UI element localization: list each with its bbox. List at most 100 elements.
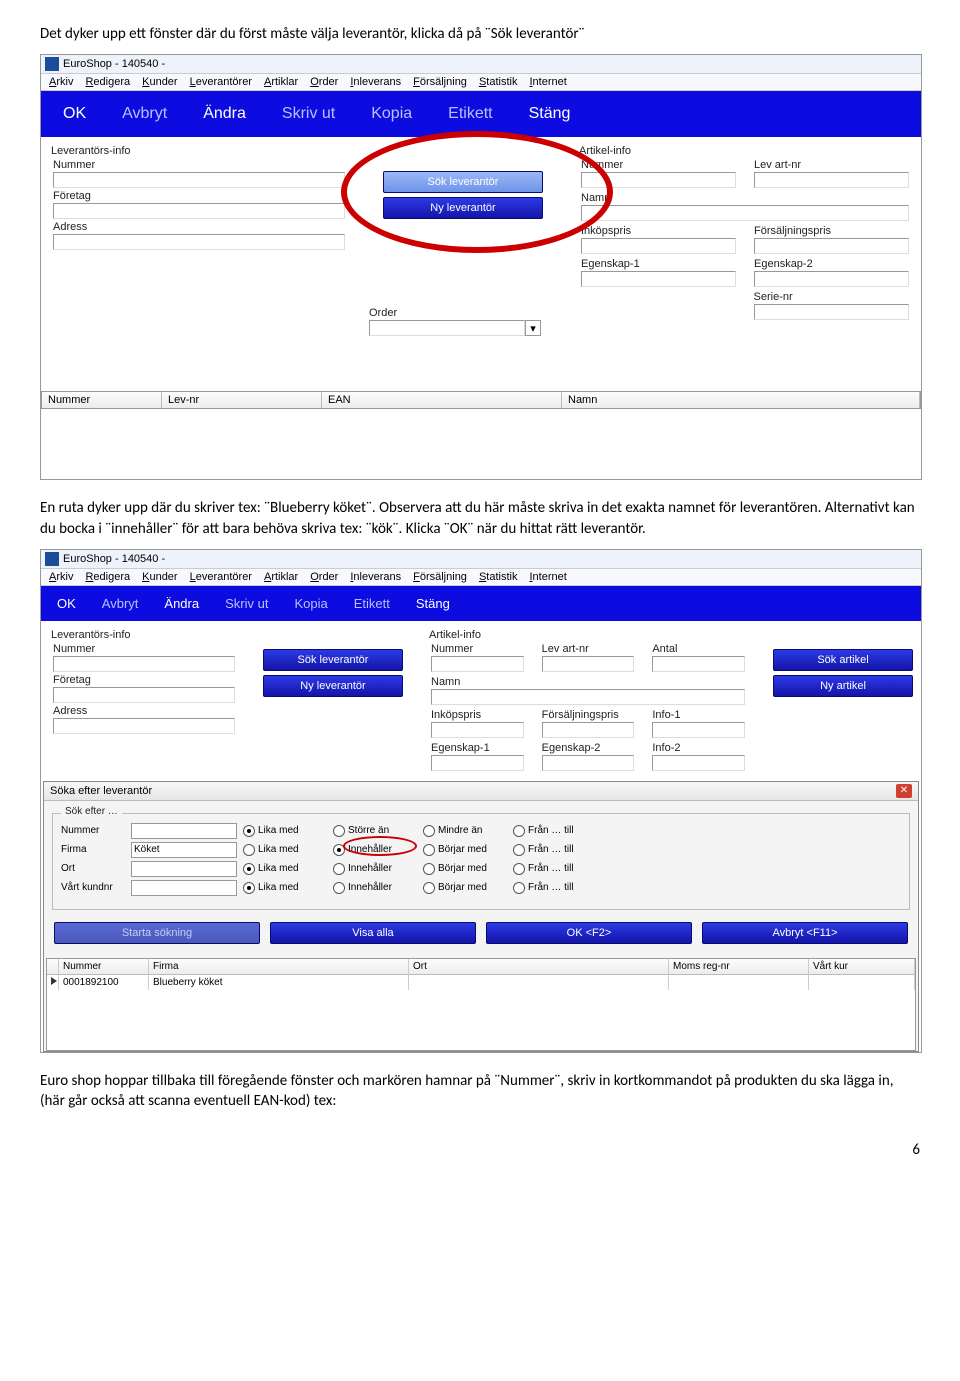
ny-leverantor-button[interactable]: Ny leverantör <box>383 197 543 219</box>
toolbar-stang[interactable]: Stäng <box>529 105 571 123</box>
radio-icon[interactable] <box>513 882 525 894</box>
radio-icon[interactable] <box>513 844 525 856</box>
menu2-artiklar[interactable]: Artiklar <box>264 571 298 583</box>
search-option[interactable]: Innehåller <box>333 863 413 875</box>
dialog-close-icon[interactable]: ✕ <box>896 784 912 798</box>
i2-nummer[interactable] <box>53 656 235 672</box>
menu2-forsaljning[interactable]: Försäljning <box>413 571 467 583</box>
toolbar-kopia[interactable]: Kopia <box>371 105 412 123</box>
tb2-skrivut[interactable]: Skriv ut <box>225 596 268 611</box>
radio-icon[interactable] <box>243 882 255 894</box>
sok-leverantor-button[interactable]: Sök leverantör <box>383 171 543 193</box>
input-namn[interactable] <box>581 205 909 221</box>
rescol-vart[interactable]: Vårt kur <box>809 959 915 975</box>
search-input[interactable] <box>131 823 237 839</box>
toolbar-skrivut[interactable]: Skriv ut <box>282 105 335 123</box>
btn2-ny-art[interactable]: Ny artikel <box>773 675 913 697</box>
menu-artiklar[interactable]: Artiklar <box>264 76 298 88</box>
search-input[interactable]: Köket <box>131 842 237 858</box>
tb2-avbryt[interactable]: Avbryt <box>102 596 139 611</box>
tb2-ok[interactable]: OK <box>57 596 76 611</box>
col-namn[interactable]: Namn <box>562 392 920 408</box>
btn2-ny-lev[interactable]: Ny leverantör <box>263 675 403 697</box>
search-option[interactable]: Lika med <box>243 863 323 875</box>
input-eg2[interactable] <box>754 271 909 287</box>
menu-order[interactable]: Order <box>310 76 338 88</box>
radio-icon[interactable] <box>243 844 255 856</box>
tb2-etikett[interactable]: Etikett <box>354 596 390 611</box>
menu2-leverantorer[interactable]: Leverantörer <box>190 571 252 583</box>
menubar[interactable]: Arkiv Redigera Kunder Leverantörer Artik… <box>41 74 921 91</box>
rescol-firma[interactable]: Firma <box>149 959 409 975</box>
search-option[interactable]: Från … till <box>513 863 593 875</box>
radio-icon[interactable] <box>423 825 435 837</box>
menu-leverantorer[interactable]: Leverantörer <box>190 76 252 88</box>
search-option[interactable]: Innehåller <box>333 882 413 894</box>
search-option[interactable]: Börjar med <box>423 863 503 875</box>
col-ean[interactable]: EAN <box>322 392 562 408</box>
input-art-nummer[interactable] <box>581 172 736 188</box>
menu-internet[interactable]: Internet <box>529 76 566 88</box>
search-option[interactable]: Från … till <box>513 844 593 856</box>
btn2-sok-art[interactable]: Sök artikel <box>773 649 913 671</box>
menu2-order[interactable]: Order <box>310 571 338 583</box>
menu-inleverans[interactable]: Inleverans <box>350 76 401 88</box>
input-order[interactable] <box>369 320 525 336</box>
rescol-moms[interactable]: Moms reg-nr <box>669 959 809 975</box>
col-levnr[interactable]: Lev-nr <box>162 392 322 408</box>
i2-forsalj[interactable] <box>542 722 635 738</box>
i2-adress[interactable] <box>53 718 235 734</box>
toolbar-ok[interactable]: OK <box>63 105 86 123</box>
i2-info1[interactable] <box>652 722 745 738</box>
rescol-nummer[interactable]: Nummer <box>59 959 149 975</box>
tb2-andra[interactable]: Ändra <box>164 596 199 611</box>
i2-eg2[interactable] <box>542 755 635 771</box>
radio-icon[interactable] <box>243 863 255 875</box>
radio-icon[interactable] <box>333 844 345 856</box>
radio-icon[interactable] <box>333 882 345 894</box>
menu-forsaljning[interactable]: Försäljning <box>413 76 467 88</box>
search-option[interactable]: Från … till <box>513 882 593 894</box>
search-input[interactable] <box>131 880 237 896</box>
menu2-internet[interactable]: Internet <box>529 571 566 583</box>
input-foretag[interactable] <box>53 203 345 219</box>
i2-info2[interactable] <box>652 755 745 771</box>
radio-icon[interactable] <box>423 863 435 875</box>
search-option[interactable]: Lika med <box>243 882 323 894</box>
dlg-btn-showall[interactable]: Visa alla <box>270 922 476 944</box>
radio-icon[interactable] <box>333 825 345 837</box>
input-levart[interactable] <box>754 172 909 188</box>
tb2-kopia[interactable]: Kopia <box>294 596 327 611</box>
menu-statistik[interactable]: Statistik <box>479 76 518 88</box>
rescol-ort[interactable]: Ort <box>409 959 669 975</box>
input-adress[interactable] <box>53 234 345 250</box>
dlg-btn-start[interactable]: Starta sökning <box>54 922 260 944</box>
search-option[interactable]: Mindre än <box>423 825 503 837</box>
i2-foretag[interactable] <box>53 687 235 703</box>
menu-redigera[interactable]: Redigera <box>85 76 130 88</box>
menubar-2[interactable]: Arkiv Redigera Kunder Leverantörer Artik… <box>41 569 921 586</box>
menu2-redigera[interactable]: Redigera <box>85 571 130 583</box>
btn2-sok-lev[interactable]: Sök leverantör <box>263 649 403 671</box>
dlg-btn-cancel[interactable]: Avbryt <F11> <box>702 922 908 944</box>
radio-icon[interactable] <box>333 863 345 875</box>
menu2-statistik[interactable]: Statistik <box>479 571 518 583</box>
toolbar-avbryt[interactable]: Avbryt <box>122 105 167 123</box>
toolbar-etikett[interactable]: Etikett <box>448 105 492 123</box>
radio-icon[interactable] <box>423 844 435 856</box>
input-nummer[interactable] <box>53 172 345 188</box>
search-option[interactable]: Större än <box>333 825 413 837</box>
input-inkop[interactable] <box>581 238 736 254</box>
search-option[interactable]: Från … till <box>513 825 593 837</box>
order-dropdown-icon[interactable]: ▾ <box>525 320 541 336</box>
input-serie[interactable] <box>754 304 909 320</box>
search-option[interactable]: Börjar med <box>423 844 503 856</box>
search-option[interactable]: Börjar med <box>423 882 503 894</box>
result-row[interactable]: 0001892100 Blueberry köket <box>47 975 915 990</box>
search-input[interactable] <box>131 861 237 877</box>
dlg-btn-ok[interactable]: OK <F2> <box>486 922 692 944</box>
i2-art-nummer[interactable] <box>431 656 524 672</box>
tb2-stang[interactable]: Stäng <box>416 596 450 611</box>
search-option[interactable]: Lika med <box>243 825 323 837</box>
radio-icon[interactable] <box>423 882 435 894</box>
